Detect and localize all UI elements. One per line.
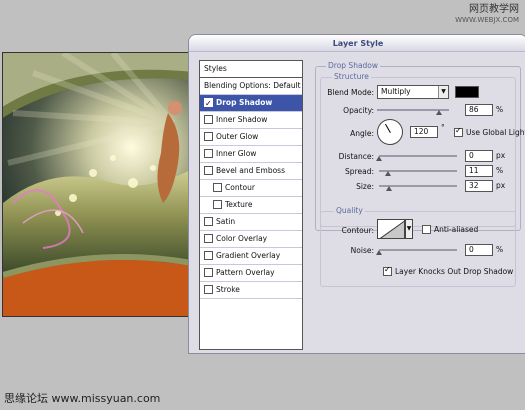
opacity-input[interactable]: 86	[465, 104, 493, 116]
contour-checkbox[interactable]	[213, 182, 222, 192]
angle-label: Angle:	[350, 129, 374, 138]
angle-dial[interactable]	[377, 119, 403, 145]
opacity-label: Opacity:	[343, 106, 374, 115]
distance-slider-thumb[interactable]	[376, 156, 382, 161]
angle-unit: °	[441, 123, 445, 132]
pattern-overlay-label: Pattern Overlay	[216, 268, 275, 277]
inner-shadow-label: Inner Shadow	[216, 115, 268, 124]
watermark-line1: 网页教学网	[469, 4, 519, 15]
quality-title: Quality	[334, 206, 365, 215]
style-item-satin[interactable]: Satin	[200, 214, 302, 231]
noise-unit: %	[496, 245, 504, 254]
color-overlay-label: Color Overlay	[216, 234, 268, 243]
blend-mode-select[interactable]: Multiply ▼	[377, 85, 449, 99]
style-item-outer-glow[interactable]: Outer Glow	[200, 129, 302, 146]
opacity-unit: %	[496, 105, 504, 114]
distance-input[interactable]: 0	[465, 150, 493, 162]
angle-input[interactable]: 120	[410, 126, 438, 138]
styles-header-label: Styles	[204, 64, 227, 73]
styles-list: Styles Blending Options: Default Drop Sh…	[199, 60, 303, 350]
contour-label: Contour	[225, 183, 255, 192]
style-item-color-overlay[interactable]: Color Overlay	[200, 231, 302, 248]
style-item-gradient-overlay[interactable]: Gradient Overlay	[200, 248, 302, 265]
styles-list-header[interactable]: Styles	[200, 61, 302, 78]
outer-glow-checkbox[interactable]	[204, 131, 213, 141]
style-item-contour[interactable]: Contour	[200, 180, 302, 197]
distance-unit: px	[496, 151, 506, 160]
style-item-inner-glow[interactable]: Inner Glow	[200, 146, 302, 163]
canvas-artwork	[3, 53, 194, 316]
inner-shadow-checkbox[interactable]	[204, 114, 213, 124]
color-overlay-checkbox[interactable]	[204, 233, 213, 243]
size-unit: px	[496, 181, 506, 190]
satin-checkbox[interactable]	[204, 216, 213, 226]
watermark-bottom: 思缘论坛 www.missyuan.com	[4, 392, 161, 405]
knockout-checkbox[interactable]	[383, 265, 392, 276]
size-slider[interactable]	[379, 180, 457, 192]
watermark-line2: WWW.WEBJX.COM	[455, 16, 519, 24]
watermark-top: 网页教学网 WWW.WEBJX.COM	[455, 4, 519, 26]
spread-slider[interactable]	[379, 165, 457, 177]
use-global-light-label: Use Global Light	[466, 128, 525, 137]
structure-title: Structure	[332, 72, 371, 81]
spread-unit: %	[496, 166, 504, 175]
angle-dial-hand	[385, 123, 391, 133]
texture-label: Texture	[225, 200, 253, 209]
contour-picker[interactable]	[377, 219, 405, 239]
style-item-bevel-emboss[interactable]: Bevel and Emboss	[200, 163, 302, 180]
noise-label: Noise:	[350, 246, 374, 255]
spread-slider-thumb[interactable]	[384, 171, 391, 176]
drop-shadow-checkbox[interactable]	[204, 96, 213, 111]
outer-glow-label: Outer Glow	[216, 132, 259, 141]
document-canvas	[2, 52, 195, 317]
style-item-stroke[interactable]: Stroke	[200, 282, 302, 299]
inner-glow-checkbox[interactable]	[204, 148, 213, 158]
satin-label: Satin	[216, 217, 236, 226]
blending-options-label: Blending Options: Default	[204, 81, 301, 90]
style-item-drop-shadow[interactable]: Drop Shadow	[200, 95, 302, 112]
style-item-pattern-overlay[interactable]: Pattern Overlay	[200, 265, 302, 282]
blending-options-item[interactable]: Blending Options: Default	[200, 78, 302, 95]
style-item-inner-shadow[interactable]: Inner Shadow	[200, 112, 302, 129]
use-global-light-checkbox[interactable]	[454, 126, 463, 137]
contour-curve-icon	[379, 220, 404, 238]
size-input[interactable]: 32	[465, 180, 493, 192]
style-item-texture[interactable]: Texture	[200, 197, 302, 214]
gradient-overlay-checkbox[interactable]	[204, 250, 213, 260]
opacity-slider[interactable]	[377, 104, 449, 116]
distance-slider[interactable]	[376, 150, 457, 162]
texture-checkbox[interactable]	[213, 199, 222, 209]
anti-aliased-checkbox[interactable]	[422, 225, 431, 234]
shadow-color-swatch[interactable]	[455, 86, 479, 98]
opacity-slider-thumb[interactable]	[435, 110, 442, 115]
spread-input[interactable]: 11	[465, 165, 493, 177]
gradient-overlay-label: Gradient Overlay	[216, 251, 281, 260]
stroke-label: Stroke	[216, 285, 240, 294]
drop-shadow-section-title: Drop Shadow	[326, 61, 381, 70]
blend-mode-label: Blend Mode:	[327, 88, 374, 97]
contour-picker-label: Contour:	[341, 226, 374, 235]
drop-shadow-label: Drop Shadow	[216, 98, 273, 107]
noise-slider[interactable]	[376, 244, 457, 256]
bevel-emboss-label: Bevel and Emboss	[216, 166, 285, 175]
bevel-emboss-checkbox[interactable]	[204, 165, 213, 175]
knockout-label: Layer Knocks Out Drop Shadow	[395, 267, 514, 276]
stroke-checkbox[interactable]	[204, 284, 213, 294]
chevron-down-icon: ▼	[438, 86, 448, 98]
size-slider-thumb[interactable]	[385, 186, 392, 191]
noise-slider-thumb[interactable]	[376, 250, 382, 255]
anti-aliased-label: Anti-aliased	[434, 225, 479, 234]
blend-mode-value: Multiply	[381, 87, 411, 96]
dialog-title[interactable]: Layer Style	[189, 35, 525, 52]
pattern-overlay-checkbox[interactable]	[204, 267, 213, 277]
layer-style-dialog: Layer Style Styles Blending Options: Def…	[188, 34, 525, 354]
size-label: Size:	[356, 182, 374, 191]
noise-input[interactable]: 0	[465, 244, 493, 256]
contour-dropdown-arrow-icon[interactable]: ▼	[405, 219, 413, 239]
inner-glow-label: Inner Glow	[216, 149, 257, 158]
spread-label: Spread:	[345, 167, 374, 176]
distance-label: Distance:	[338, 152, 374, 161]
